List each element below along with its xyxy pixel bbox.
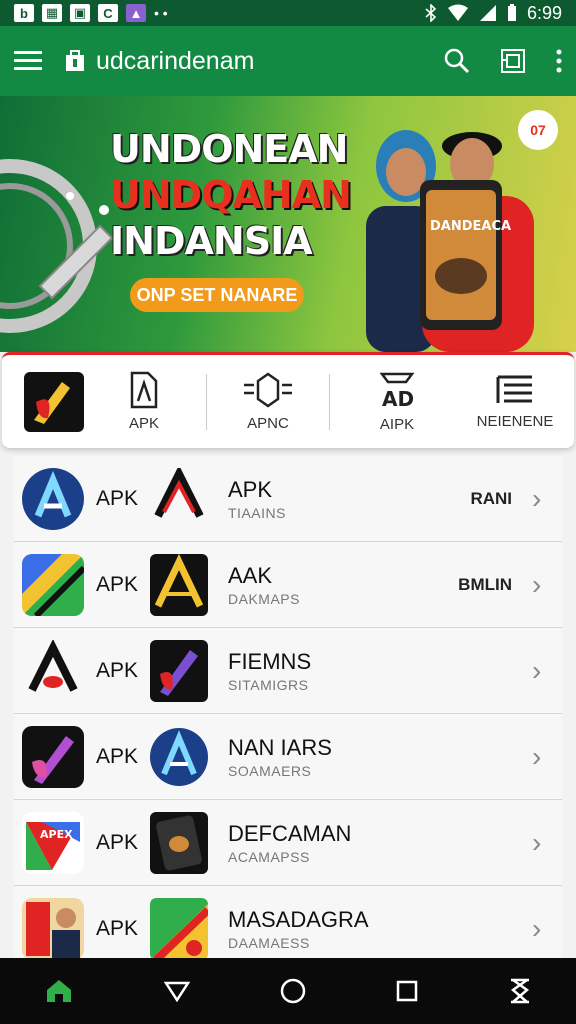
- back-icon[interactable]: [163, 980, 190, 1002]
- category-neienene[interactable]: NEIENENE: [464, 355, 566, 448]
- c-icon: C: [98, 4, 118, 22]
- app-subtitle: ACAMAPSS: [228, 848, 310, 865]
- bing-icon: b: [14, 4, 34, 22]
- app-icon-poster: [22, 898, 84, 960]
- list-item[interactable]: APK APK TIAAINS RANI ›: [14, 456, 562, 542]
- status-bar: b ▦ ▣ C ▲ • • 6:99: [0, 0, 576, 26]
- circle-home-icon[interactable]: [280, 978, 306, 1004]
- category-home[interactable]: [2, 355, 106, 448]
- app-icon-apex: APEX: [22, 811, 84, 874]
- app-list: APK APK TIAAINS RANI › APK AAK DAKMAPS BML…: [14, 456, 562, 972]
- app-logo-icon: [66, 50, 84, 71]
- app-name: MASADAGRA: [228, 907, 369, 932]
- svg-text:AD: AD: [382, 387, 414, 410]
- app-icon-green-red: [150, 898, 208, 960]
- list-item[interactable]: APK AAK DAKMAPS BMLIN ›: [14, 542, 562, 628]
- chevron-right-icon[interactable]: ›: [532, 483, 562, 515]
- promo-banner[interactable]: UNDONEAN UNDQAHAN INDANSIA ONP SET NANAR…: [0, 96, 576, 352]
- chevron-right-icon[interactable]: ›: [532, 655, 562, 687]
- category-apk[interactable]: APK: [106, 355, 182, 448]
- apk-label: APK: [95, 830, 139, 854]
- grid-icon: ▦: [42, 4, 62, 22]
- chevron-right-icon[interactable]: ›: [532, 827, 562, 859]
- category-label: APNC: [247, 415, 289, 432]
- apk-label: APK: [95, 744, 139, 768]
- hourglass-icon[interactable]: [509, 978, 531, 1004]
- banner-headline: UNDONEAN UNDQAHAN INDANSIA: [110, 126, 352, 264]
- app-name: AAK: [228, 562, 273, 588]
- app-name: NAN IARS: [228, 734, 332, 760]
- app-subtitle: DAAMAESS: [228, 935, 310, 951]
- list-item[interactable]: APEX APK DEFCAMAN ACAMAPSS ›: [14, 800, 562, 886]
- image-icon: ▣: [70, 4, 90, 22]
- search-icon[interactable]: [444, 48, 470, 74]
- battery-icon: [507, 4, 516, 21]
- photo-icon: ▲: [126, 4, 146, 22]
- app-logo-icon: [24, 371, 84, 432]
- app-tag: RANI: [470, 488, 512, 508]
- app-name: FIEMNS: [228, 648, 312, 674]
- system-nav-bar: [0, 958, 576, 1024]
- ad-icon: AD: [379, 372, 415, 410]
- bluetooth-icon: [425, 4, 437, 22]
- list-icon: [496, 375, 532, 403]
- category-bar: APK APNC AD AIPK NEIENENE: [2, 352, 574, 448]
- category-label: APK: [128, 415, 159, 432]
- app-icon-pen: [150, 639, 208, 702]
- chevron-right-icon[interactable]: ›: [532, 913, 562, 945]
- banner-phone-text: DANDEACA: [430, 219, 511, 234]
- banner-line-3: INDANSIA: [110, 219, 313, 263]
- app-tag: BMLIN: [458, 574, 512, 594]
- app-bar: udcarindenam: [0, 26, 576, 96]
- apps-icon[interactable]: [500, 48, 526, 74]
- app-icon-a-red: [150, 467, 208, 530]
- notification-icons: b ▦ ▣ C ▲ • •: [14, 4, 168, 22]
- banner-badge: 07: [518, 110, 558, 150]
- home-icon[interactable]: [45, 978, 73, 1004]
- chevron-right-icon[interactable]: ›: [532, 741, 562, 773]
- banner-line-1: UNDONEAN: [110, 127, 348, 171]
- app-name: DEFCAMAN: [228, 820, 352, 846]
- banner-line-2: UNDQAHAN: [110, 173, 352, 217]
- apk-label: APK: [95, 572, 139, 596]
- app-subtitle: TIAAINS: [228, 504, 286, 521]
- app-icon-gold-a: [150, 553, 208, 616]
- app-icon-a-circle: [150, 726, 208, 788]
- clock: 6:99: [526, 2, 562, 23]
- app-icon-maps: [22, 553, 84, 616]
- category-label: AIPK: [379, 416, 415, 433]
- file-icon: [130, 371, 158, 409]
- more-dots-icon: • •: [154, 5, 168, 21]
- apk-label: APK: [95, 658, 139, 682]
- apk-label: APK: [95, 486, 139, 510]
- wifi-icon: [447, 4, 468, 21]
- svg-text:APEX: APEX: [40, 828, 73, 841]
- app-subtitle: SOAMAERS: [228, 762, 312, 779]
- hose-nozzle-image: [0, 159, 114, 333]
- category-apnc[interactable]: APNC: [207, 355, 329, 448]
- apk-label: APK: [95, 917, 139, 940]
- list-item[interactable]: APK NAN IARS SOAMAERS ›: [14, 714, 562, 800]
- recents-icon[interactable]: [396, 980, 418, 1002]
- app-icon-phone: [150, 811, 208, 874]
- chevron-right-icon[interactable]: ›: [532, 569, 562, 601]
- category-label: NEIENENE: [476, 413, 554, 430]
- signal-icon: [479, 5, 496, 21]
- app-icon-a-black: [22, 639, 84, 702]
- banner-cta-button[interactable]: ONP SET NANARE: [130, 278, 304, 312]
- app-icon-a-blue: [22, 467, 84, 530]
- gear-icon: [244, 372, 292, 408]
- list-item[interactable]: APK FIEMNS SITAMIGRS ›: [14, 628, 562, 714]
- menu-icon[interactable]: [14, 50, 42, 72]
- app-subtitle: DAKMAPS: [228, 590, 300, 607]
- app-subtitle: SITAMIGRS: [228, 676, 309, 693]
- app-icon-pen-purple: [22, 725, 84, 788]
- category-aipk[interactable]: AD AIPK: [330, 355, 464, 448]
- more-vert-icon[interactable]: [556, 49, 562, 73]
- app-title: udcarindenam: [96, 46, 255, 75]
- app-name: APK: [228, 476, 273, 502]
